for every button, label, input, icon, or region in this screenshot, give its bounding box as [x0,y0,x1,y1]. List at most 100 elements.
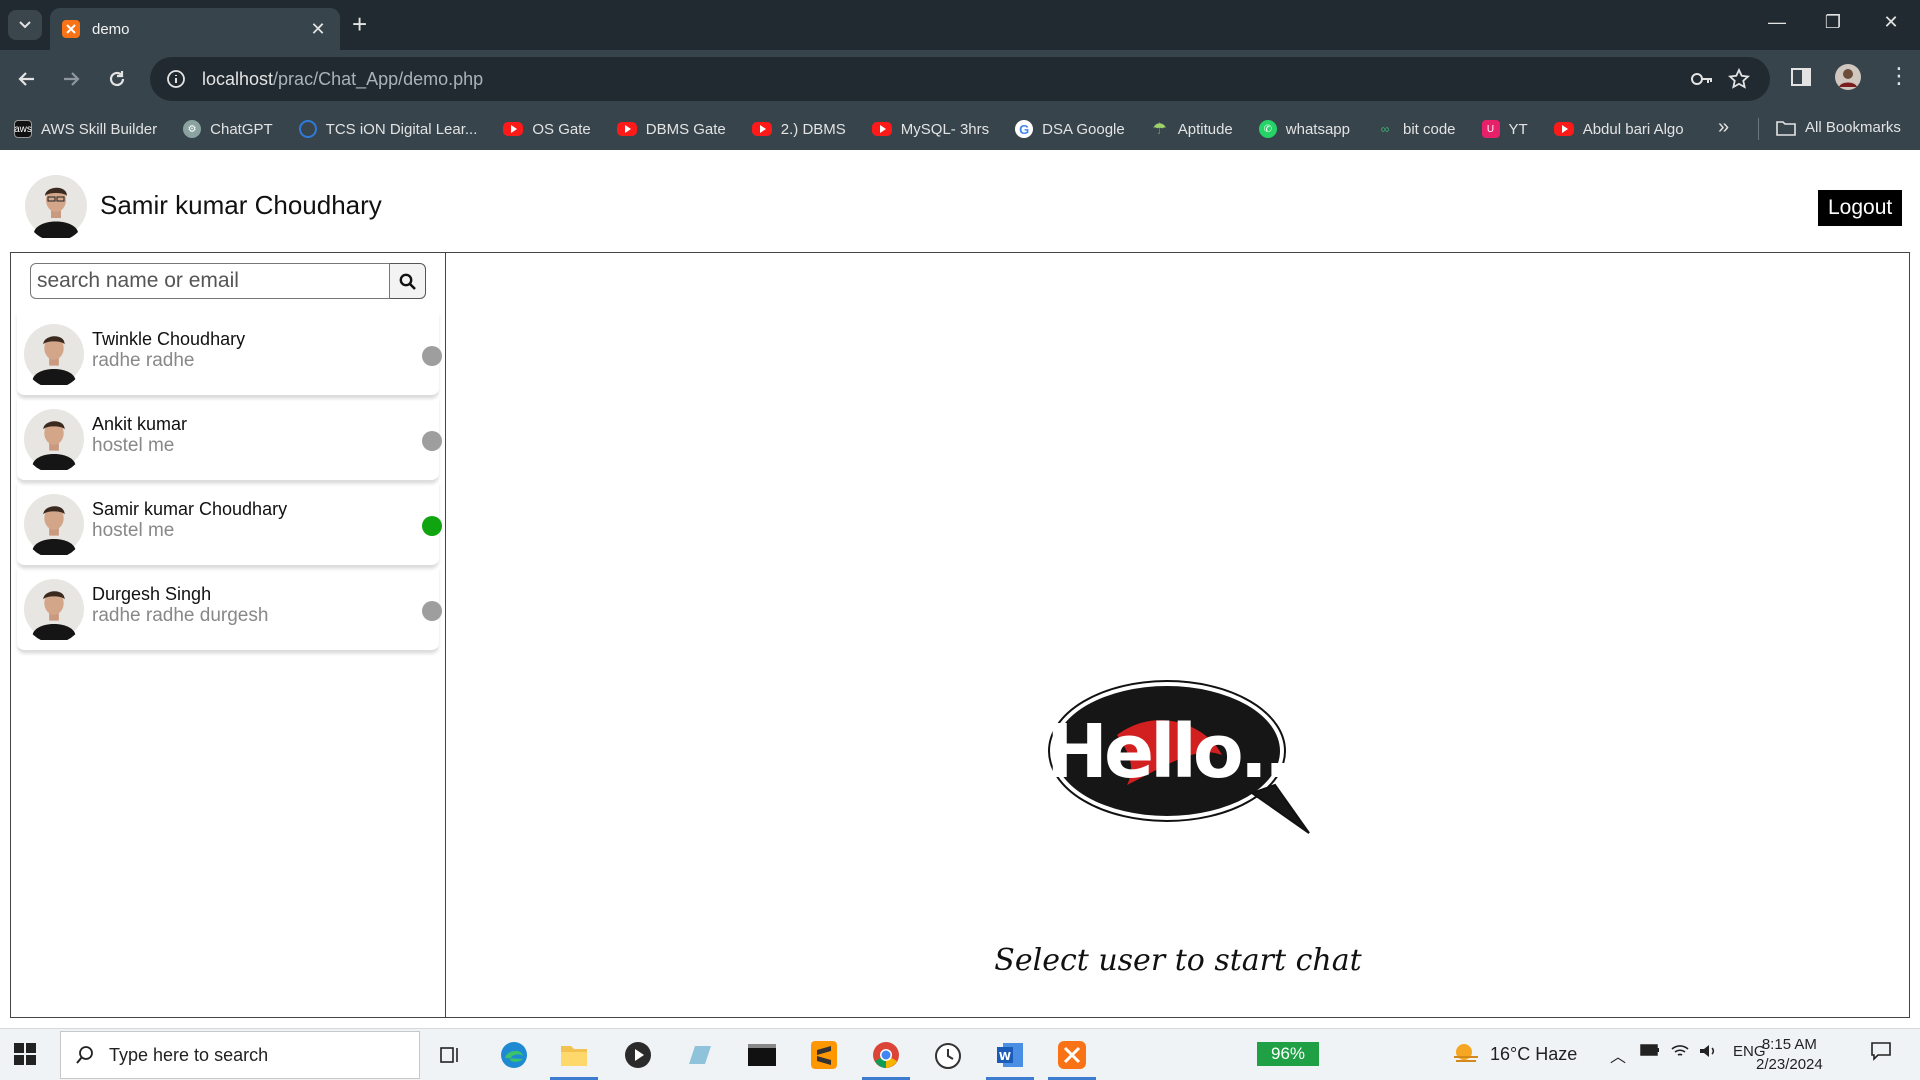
terminal-icon[interactable] [744,1037,780,1073]
youtube-icon [1553,122,1574,136]
contact-name: Ankit kumar [92,414,188,434]
xampp-icon[interactable] [1048,1037,1096,1080]
password-key-icon[interactable] [1690,68,1714,90]
minimize-icon[interactable]: — [1762,12,1792,33]
menu-kebab-icon[interactable]: ⋮ [1888,63,1910,89]
tab-title: demo [92,20,130,38]
contact-list: Twinkle Choudhary radhe radhe Ankit kuma… [17,313,442,653]
battery-indicator[interactable]: 96% [1257,1042,1319,1066]
folder-icon [1776,120,1796,136]
contact-name: Twinkle Choudhary [92,329,246,349]
all-bookmarks-button[interactable]: All Bookmarks [1776,119,1901,136]
search-input[interactable]: search name or email [30,263,390,299]
browser-toolbar: localhost/prac/Chat_App/demo.php ⋮ [0,50,1920,108]
browser-tab[interactable]: demo ✕ [50,8,340,50]
bookmark-tcs[interactable]: TCS iON Digital Lear... [298,120,477,138]
taskbar-search-text: Type here to search [109,1044,269,1065]
status-dot [422,346,442,366]
windows-start-icon[interactable] [14,1043,36,1065]
task-view-icon[interactable] [432,1037,468,1073]
taskbar-clock[interactable]: 8:15 AM 2/23/2024 [1756,1035,1823,1075]
bookmark-abdul-bari[interactable]: Abdul bari Algo [1553,121,1684,138]
show-hidden-icons-icon[interactable]: ︿ [1610,1043,1626,1067]
status-dot [422,516,442,536]
bookmark-chatgpt[interactable]: ⚙ ChatGPT [183,120,273,138]
contact-avatar [23,493,85,555]
weather-widget[interactable]: 16°C Haze [1452,1043,1577,1065]
contact-item[interactable]: Ankit kumar hostel me [17,398,442,482]
taskbar-search[interactable]: Type here to search [60,1031,420,1079]
status-dot [422,601,442,621]
site-info-icon[interactable] [166,69,186,89]
notifications-icon[interactable] [1870,1041,1892,1066]
aws-icon: aws [14,120,32,138]
logout-button[interactable]: Logout [1818,190,1903,226]
youtube-icon [751,122,772,136]
bookmark-os-gate[interactable]: OS Gate [503,121,591,138]
forward-button[interactable] [56,64,86,94]
hello-text: Hello.. [1047,709,1288,795]
profile-avatar-icon[interactable] [1834,63,1862,91]
search-icon [76,1046,93,1064]
back-arrow-icon [18,72,34,86]
contact-avatar [23,408,85,470]
bookmark-star-icon[interactable] [1728,68,1750,90]
notes-app-icon[interactable] [682,1037,718,1073]
word-icon[interactable]: W [986,1037,1034,1080]
bookmark-dbms-gate[interactable]: DBMS Gate [616,121,726,138]
bitcode-icon: ∞ [1380,122,1390,136]
close-tab-icon[interactable]: ✕ [308,19,328,40]
contact-avatar [23,578,85,640]
file-explorer-icon[interactable] [550,1037,598,1080]
bookmark-dbms[interactable]: 2.) DBMS [751,121,846,138]
more-bookmarks-icon[interactable]: » [1718,116,1729,139]
youtube-icon [871,122,892,136]
bookmark-bit-code[interactable]: ∞ bit code [1376,120,1456,138]
side-panel-icon[interactable] [1790,66,1812,88]
youtube-icon [503,122,524,136]
new-tab-button[interactable]: + [352,11,367,37]
tab-list-button[interactable] [8,10,42,40]
wifi-icon[interactable] [1670,1043,1690,1064]
bookmark-whatsapp[interactable]: ✆ whatsapp [1258,120,1350,138]
chevron-down-icon [19,21,31,29]
battery-icon[interactable] [1640,1043,1660,1062]
window-close-icon[interactable]: ✕ [1876,12,1906,33]
search-bar: search name or email [30,263,426,299]
reload-icon [109,71,125,87]
users-sidebar: search name or email Twinkle Choudhary r… [11,253,446,1017]
status-dot [422,431,442,451]
volume-icon[interactable] [1698,1043,1718,1064]
yt-icon: U [1481,120,1500,138]
contact-avatar [23,323,85,385]
bookmark-aptitude[interactable]: ☂ Aptitude [1151,120,1233,139]
bookmark-aws[interactable]: aws AWS Skill Builder [14,120,157,138]
contact-name: Durgesh Singh [92,584,212,604]
contact-last-message: radhe radhe durgesh [92,605,269,626]
whatsapp-icon: ✆ [1258,120,1277,138]
search-button[interactable] [390,263,426,299]
contact-last-message: radhe radhe [92,350,195,371]
bookmark-mysql[interactable]: MySQL- 3hrs [871,121,989,138]
contact-item[interactable]: Durgesh Singh radhe radhe durgesh [17,568,442,652]
chrome-icon[interactable] [862,1037,910,1080]
haze-weather-icon [1454,1044,1478,1062]
restore-icon[interactable]: ❐ [1818,12,1848,33]
contact-item[interactable]: Twinkle Choudhary radhe radhe [17,313,442,397]
clock-app-icon[interactable] [930,1037,966,1073]
tcs-icon [298,120,317,138]
media-player-icon[interactable] [620,1037,656,1073]
edge-browser-icon[interactable] [496,1037,532,1073]
reload-button[interactable] [102,64,132,94]
bookmarks-divider [1758,118,1759,140]
clock-time: 8:15 AM [1761,1036,1817,1053]
sublime-text-icon[interactable] [806,1037,842,1073]
bookmark-dsa-google[interactable]: G DSA Google [1015,120,1125,138]
xampp-icon [62,20,80,38]
empty-state-message: Select user to start chat [994,943,1362,978]
bookmark-yt[interactable]: U YT [1481,120,1528,138]
back-button[interactable] [12,64,42,94]
contact-item[interactable]: Samir kumar Choudhary hostel me [17,483,442,567]
contact-last-message: hostel me [92,435,175,456]
address-bar[interactable]: localhost/prac/Chat_App/demo.php [150,57,1770,101]
